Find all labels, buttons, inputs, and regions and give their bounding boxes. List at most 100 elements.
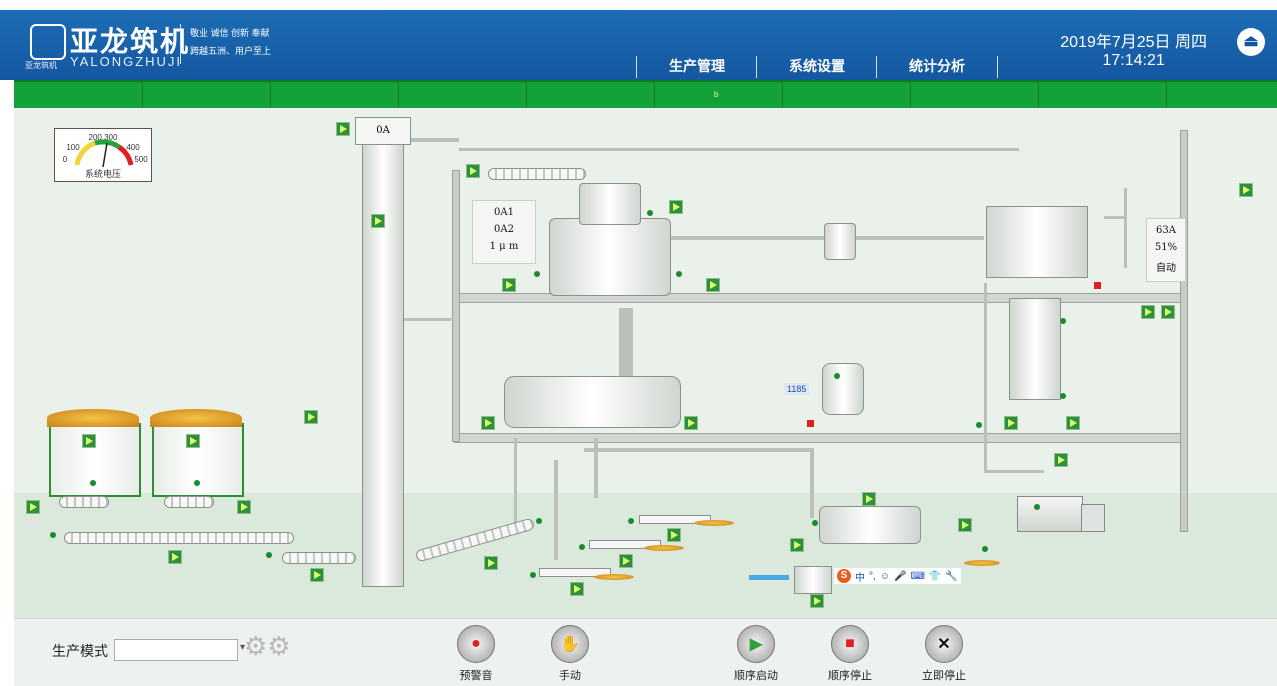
storage-tank (822, 363, 864, 415)
water-tank (749, 575, 789, 580)
ime-emoji-icon[interactable]: ☺ (880, 571, 890, 582)
alarm-label: 预警音 (459, 670, 493, 682)
status-dot (812, 520, 818, 526)
status-cell (526, 82, 527, 110)
sequence-start-button[interactable]: ▶ 顺序启动 (726, 625, 786, 683)
play-icon[interactable] (667, 528, 681, 542)
mixer-hopper (579, 183, 641, 225)
status-cell (270, 82, 271, 110)
play-icon[interactable] (1004, 416, 1018, 430)
manual-button[interactable]: ✋ 手动 (540, 625, 600, 683)
production-mode-label: 生产模式 (52, 643, 108, 659)
play-icon[interactable] (484, 556, 498, 570)
ime-logo-icon[interactable]: S (837, 569, 851, 583)
pipe (810, 448, 814, 518)
datetime: 2019年7月25日 周四 17:14:21 (1060, 28, 1207, 70)
play-icon[interactable] (304, 410, 318, 424)
play-icon[interactable] (684, 416, 698, 430)
delivery-truck (1017, 496, 1105, 536)
play-icon[interactable] (26, 500, 40, 514)
date-text: 2019年7月25日 周四 (1060, 34, 1207, 51)
conveyor-belt (488, 168, 586, 180)
play-icon[interactable] (82, 434, 96, 448)
gauge-arc-icon (74, 139, 134, 168)
bucket-elevator: 0A (355, 117, 411, 587)
status-dot (194, 480, 200, 486)
logout-icon[interactable]: ⏏ (1237, 28, 1265, 56)
play-icon[interactable] (1066, 416, 1080, 430)
status-bar: b (14, 80, 1277, 110)
status-dot (834, 373, 840, 379)
status-dot (1034, 504, 1040, 510)
play-icon[interactable] (1141, 305, 1155, 319)
play-icon[interactable] (862, 492, 876, 506)
play-icon[interactable] (371, 214, 385, 228)
status-cell (1038, 82, 1039, 110)
panel-line-2: 0A2 (494, 224, 514, 235)
status-dot (90, 480, 96, 486)
sequence-stop-icon: ■ (831, 625, 869, 663)
ime-voice-icon[interactable]: 🎤 (894, 571, 906, 582)
status-cell (142, 82, 143, 110)
dryer-drum (819, 506, 921, 544)
material-pile (47, 409, 139, 427)
ime-skin-icon[interactable]: 👕 (929, 571, 941, 582)
hand-icon: ✋ (551, 625, 589, 663)
pipe (619, 308, 633, 378)
status-cell (1166, 82, 1167, 110)
status-dot (579, 544, 585, 550)
production-mode-select[interactable]: ▾ (114, 639, 245, 661)
aggregate-pile (964, 560, 1000, 566)
status-dot (530, 572, 536, 578)
nav-production-management[interactable]: 生产管理 (636, 56, 757, 78)
alarm-button[interactable]: ● 预警音 (446, 625, 506, 683)
play-icon[interactable] (1054, 453, 1068, 467)
brand-english-name: YALONGZHUJI (70, 54, 183, 69)
play-icon[interactable] (466, 164, 480, 178)
play-icon[interactable] (336, 122, 350, 136)
play-icon[interactable] (619, 554, 633, 568)
time-text: 17:14:21 (1102, 52, 1165, 69)
pipe (459, 148, 1019, 151)
ime-keyboard-icon[interactable]: ⌨ (910, 571, 924, 582)
alarm-icon: ● (457, 625, 495, 663)
elevator-label: 0A (355, 117, 411, 145)
status-dot (647, 210, 653, 216)
play-icon[interactable] (168, 550, 182, 564)
panel-percent: 51% (1154, 242, 1178, 253)
play-icon[interactable] (310, 568, 324, 582)
gear-icon: ⚙⚙ (244, 631, 291, 661)
play-icon[interactable] (1239, 183, 1253, 197)
play-icon[interactable] (570, 582, 584, 596)
pipe (594, 438, 598, 498)
play-icon[interactable] (810, 594, 824, 608)
frame-post-right (1180, 130, 1188, 532)
play-icon[interactable] (186, 434, 200, 448)
emergency-stop-button[interactable]: ✕ 立即停止 (914, 625, 974, 683)
play-icon[interactable] (237, 500, 251, 514)
play-icon[interactable] (958, 518, 972, 532)
play-icon[interactable] (1161, 305, 1175, 319)
frame-post-left (452, 170, 460, 442)
play-icon[interactable] (502, 278, 516, 292)
play-icon[interactable] (669, 200, 683, 214)
pipe (984, 283, 987, 473)
gauge-label: 系统电压 (84, 169, 121, 179)
play-icon[interactable] (706, 278, 720, 292)
ime-punctuation-icon[interactable]: °, (869, 571, 876, 582)
conveyor-belt (59, 496, 109, 508)
ime-settings-icon[interactable]: 🔧 (945, 571, 957, 582)
play-icon[interactable] (481, 416, 495, 430)
panel-line-3: 1 μ m (489, 241, 519, 252)
panel-mode: 自动 (1156, 263, 1176, 274)
sequence-stop-button[interactable]: ■ 顺序停止 (820, 625, 880, 683)
play-icon[interactable] (790, 538, 804, 552)
aggregate-pile (644, 545, 684, 551)
ime-toolbar[interactable]: S 中 °, ☺ 🎤 ⌨ 👕 🔧 (834, 568, 961, 584)
nav-statistics-analysis[interactable]: 统计分析 (876, 56, 998, 78)
status-cell (654, 82, 655, 110)
nav-system-settings[interactable]: 系统设置 (756, 56, 877, 78)
ime-chinese-toggle[interactable]: 中 (855, 569, 865, 584)
status-dot (676, 271, 682, 277)
top-header: 亚龙筑机 YALONGZHUJI 亚龙筑机 敬业 诚信 创新 奉献 跨越五洲、用… (0, 10, 1277, 80)
